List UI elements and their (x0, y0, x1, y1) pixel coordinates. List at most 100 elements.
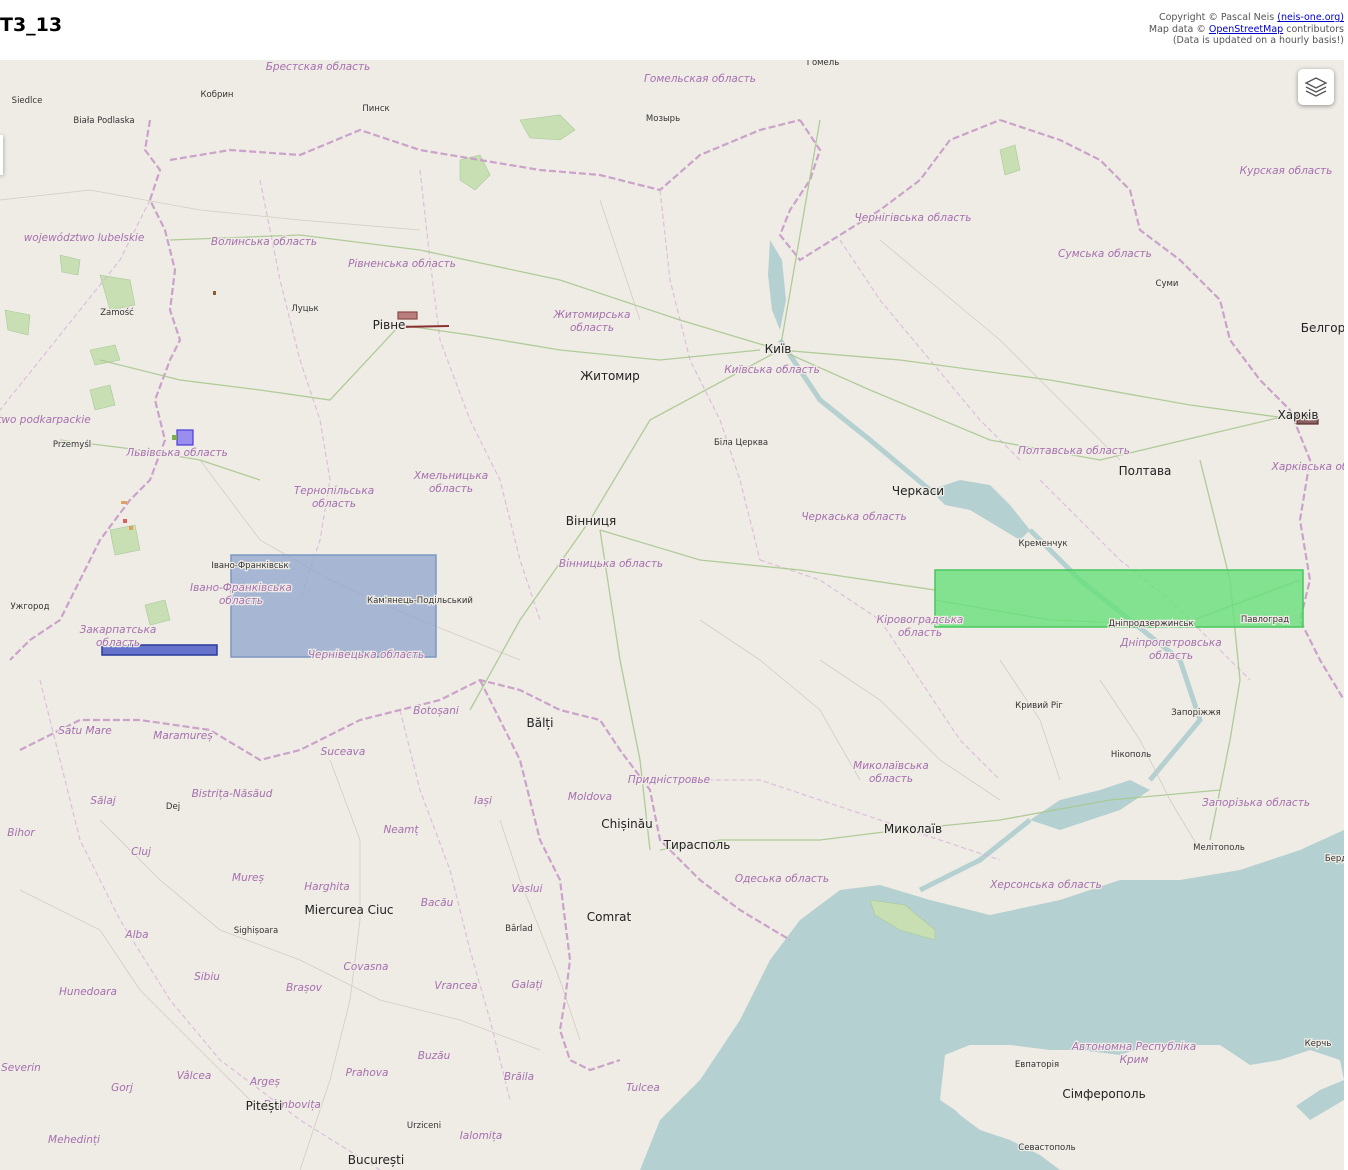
region-label: Galați (512, 979, 543, 991)
header: T3_13 Copyright © Pascal Neis (neis-one.… (0, 0, 1348, 60)
region-label: Закарпатська (80, 624, 157, 636)
region-label: Кіровоградська (877, 614, 964, 626)
region-label: Крим (1120, 1054, 1149, 1066)
region-label: область (869, 773, 913, 785)
region-label: Миколаївська (853, 760, 929, 772)
city-label: Comrat (587, 910, 632, 924)
region-label: Prahova (346, 1067, 389, 1079)
region-label: Hunedoara (59, 986, 117, 998)
neis-one-link[interactable]: (neis-one.org) (1277, 12, 1344, 23)
city-label: Siedlce (12, 96, 43, 106)
overlay-dot-2 (123, 519, 127, 523)
map[interactable]: Брестская область Гомельская область Курск… (0, 60, 1344, 1170)
city-label: Przemyśl (53, 439, 91, 450)
region-label: Satu Mare (58, 725, 111, 737)
city-label: București (348, 1153, 404, 1167)
region-label: Tulcea (626, 1082, 660, 1094)
region-label: область (429, 483, 473, 495)
city-label: Запоріжжя (1171, 708, 1221, 718)
city-label: Рівне (373, 318, 406, 332)
city-label: Bârlad (505, 924, 533, 934)
layers-button[interactable] (1298, 69, 1334, 105)
attribution-line-2: Map data © OpenStreetMap contributors (1149, 24, 1344, 36)
attribution: Copyright © Pascal Neis (neis-one.org) M… (1149, 12, 1344, 47)
zoom-control-edge[interactable] (0, 135, 3, 175)
city-label: Вінниця (566, 514, 616, 528)
region-label: Botoșani (413, 705, 459, 717)
region-label: область (570, 322, 614, 334)
map-canvas: Брестская область Гомельская область Курск… (0, 60, 1344, 1170)
city-label: Pitești (246, 1099, 283, 1113)
region-label: Черкаська область (801, 511, 906, 523)
region-label: Чернівецька область (308, 649, 424, 661)
region-label: Гомельская область (644, 73, 756, 85)
update-note: (Data is updated on a hourly basis!) (1172, 35, 1344, 46)
region-label: Чернігівська область (855, 212, 972, 224)
city-label: Sighișoara (234, 926, 278, 936)
region-label: область (96, 637, 140, 649)
city-label: Керчь (1305, 1039, 1332, 1049)
region-label: Придністровье (628, 774, 710, 786)
city-label: Гомель (807, 60, 839, 68)
roads (59, 119, 1301, 851)
city-label: Київ (765, 342, 792, 356)
green-areas (4, 114, 1021, 941)
dnipro-reservoir-kremenchuk (930, 480, 1030, 540)
overlay-dot-5 (213, 291, 216, 295)
region-label: Brașov (286, 982, 323, 994)
overlay-rect-violet[interactable] (176, 429, 194, 446)
region-label: Covasna (344, 961, 389, 973)
region-label: Brăila (504, 1071, 534, 1083)
region-label: Vaslui (512, 883, 543, 895)
overlay-dot-3 (129, 526, 133, 530)
city-label: Берд (1325, 854, 1344, 864)
overlay-line-red (397, 325, 450, 328)
region-label: область (312, 498, 356, 510)
region-label: Харківська об (1271, 461, 1344, 473)
region-label: Івано-Франківська (190, 582, 292, 594)
region-label: Волинська область (211, 236, 317, 248)
region-label: Sibiu (194, 971, 220, 983)
city-label: Кобрин (201, 90, 234, 100)
region-label: Дніпропетровська (1119, 637, 1221, 649)
region-label: Сумська область (1058, 248, 1152, 260)
city-label: Черкаси (892, 484, 944, 498)
overlay-dot-4 (121, 501, 127, 504)
city-label: Dej (166, 802, 180, 812)
region-label: Neamț (383, 824, 419, 836)
region-label: Київська область (724, 364, 820, 376)
contributors-text: contributors (1283, 23, 1344, 35)
region-label: Suceava (321, 746, 366, 758)
region-label: Mureș (232, 872, 264, 884)
region-label: Alba (124, 929, 148, 941)
city-label: Харків (1278, 408, 1319, 422)
city-label: Biała Podlaska (73, 116, 134, 126)
city-label: Пинск (362, 104, 389, 114)
region-label: Вінницька область (559, 558, 663, 570)
region-label: województwo lubelskie (24, 232, 145, 244)
region-label: Брестская область (266, 61, 371, 73)
layers-icon (1304, 77, 1328, 97)
city-label: Urziceni (407, 1121, 441, 1131)
region-label: Ialomița (460, 1130, 503, 1142)
region-label: Bacău (421, 897, 454, 909)
region-label: Запорізька область (1202, 797, 1310, 809)
region-label: Severin (1, 1062, 41, 1074)
city-label: Chișinău (601, 817, 652, 831)
city-label: Евпаторія (1015, 1060, 1059, 1070)
region-label: Maramureș (153, 730, 213, 742)
region-label: Moldova (568, 791, 612, 803)
region-label: Gorj (111, 1082, 133, 1094)
city-label: Bălți (527, 716, 554, 730)
city-label: Мозырь (646, 114, 680, 124)
map-data-text: Map data © (1148, 23, 1209, 35)
region-label: Житомирська (553, 309, 631, 321)
region-label: Курская область (1240, 165, 1333, 177)
city-label: Нікополь (1111, 750, 1151, 760)
region-label: Одеська область (735, 873, 829, 885)
copyright-text: Copyright © Pascal Neis (1158, 12, 1278, 23)
openstreetmap-link[interactable]: OpenStreetMap (1209, 24, 1283, 35)
region-label: область (898, 627, 942, 639)
city-label: Zamość (100, 307, 134, 318)
region-label: Рівненська область (348, 258, 456, 270)
